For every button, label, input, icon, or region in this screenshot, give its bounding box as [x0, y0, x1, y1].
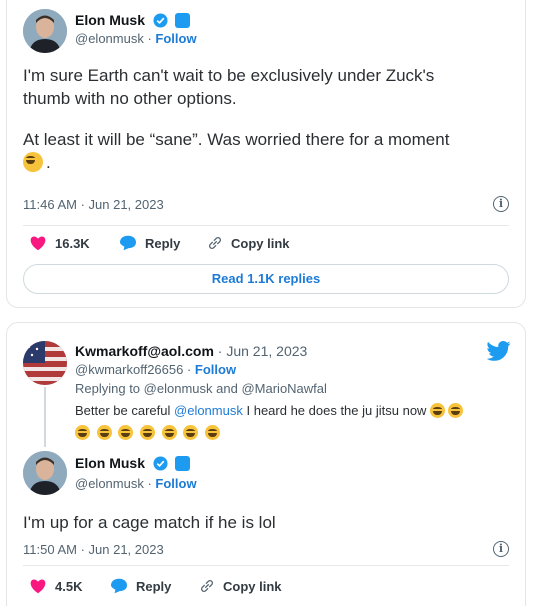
author-handle[interactable]: @elonmusk [75, 476, 144, 491]
reply-button[interactable]: Reply [110, 578, 171, 594]
twitter-square-icon [174, 13, 190, 28]
read-replies-button[interactable]: Read 1.1K replies [23, 264, 509, 294]
quoted-text: Better be careful @elonmusk I heard he d… [75, 403, 466, 418]
quoted-handle[interactable]: @kwmarkoff26656 [75, 362, 183, 377]
copy-link-button[interactable]: Copy link [207, 235, 290, 251]
grinning-cat-emoji-icon [183, 425, 199, 440]
quoted-mention[interactable]: @elonmusk [174, 403, 243, 418]
tweet-text-line: . [23, 151, 449, 174]
author-handle-line: @elonmusk · Follow [75, 31, 197, 46]
info-icon[interactable]: i [493, 196, 509, 212]
replying-to-line: Replying to @elonmusk and @MarioNawfal [75, 381, 327, 396]
tweet-text-line: I'm sure Earth can't wait to be exclusiv… [23, 66, 435, 85]
replying-mention[interactable]: @elonmusk [144, 381, 213, 396]
follow-button[interactable]: Follow [155, 476, 196, 491]
tweet-card-2: Kwmarkoff@aol.com · Jun 21, 2023 @kwmark… [6, 322, 526, 606]
laughing-emoji-icon [430, 403, 446, 418]
copy-link-button[interactable]: Copy link [199, 578, 282, 594]
verified-badge-icon [153, 13, 168, 28]
reply-label: Reply [145, 235, 181, 251]
like-count: 16.3K [55, 235, 90, 251]
tweet-text-line: thumb with no other options. [23, 89, 237, 108]
like-count: 4.5K [55, 578, 83, 594]
reply-bubble-icon [111, 578, 127, 594]
grin-emoji-icon [204, 425, 220, 440]
copy-link-label: Copy link [223, 578, 282, 594]
rofl-emoji-icon [448, 403, 464, 418]
follow-button[interactable]: Follow [195, 362, 236, 377]
reply-bubble-icon [120, 235, 136, 251]
divider [23, 225, 509, 226]
rofl-emoji-icon [139, 425, 155, 440]
author-name[interactable]: Elon Musk [75, 12, 190, 28]
quoted-text-part: I heard he does the ju jitsu now [246, 403, 427, 418]
tweet-text: I'm up for a cage match if he is lol [23, 513, 276, 532]
copy-link-label: Copy link [231, 235, 290, 251]
like-button[interactable]: 16.3K [29, 235, 90, 251]
quoted-author-name-text: Kwmarkoff@aol.com [75, 343, 214, 359]
emoji-row [75, 425, 223, 440]
divider [23, 565, 509, 566]
quoted-date: · Jun 21, 2023 [217, 343, 308, 359]
tweet-card-1: Elon Musk @elonmusk · Follow I'm sure Ea… [6, 0, 526, 308]
quoted-handle-line: @kwmarkoff26656 · Follow [75, 362, 237, 377]
grinning-cat-emoji-icon [96, 425, 112, 440]
avatar-image [23, 9, 67, 53]
replying-to-label: Replying to [75, 381, 141, 396]
tweet-timestamp[interactable]: 11:46 AM · Jun 21, 2023 [23, 197, 164, 212]
heart-icon [30, 579, 46, 594]
verified-badge-icon [153, 456, 168, 471]
twitter-square-icon [174, 456, 190, 471]
avatar-image [23, 341, 67, 385]
tweet-text-line: At least it will be “sane”. Was worried … [23, 130, 450, 149]
author-name[interactable]: Elon Musk [75, 455, 190, 471]
laughing-emoji-icon [75, 425, 90, 440]
like-button[interactable]: 4.5K [29, 578, 82, 594]
follow-button[interactable]: Follow [155, 31, 196, 46]
quoted-author-name[interactable]: Kwmarkoff@aol.com · Jun 21, 2023 [75, 343, 307, 359]
avatar[interactable] [23, 9, 67, 53]
replying-mention[interactable]: @MarioNawfal [241, 381, 326, 396]
replying-and: and [216, 381, 238, 396]
tweet-text: I'm sure Earth can't wait to be exclusiv… [23, 64, 449, 174]
thread-connector [44, 387, 46, 447]
avatar[interactable] [23, 451, 67, 495]
reply-button[interactable]: Reply [119, 235, 180, 251]
author-name-text: Elon Musk [75, 455, 146, 471]
info-icon[interactable]: i [493, 541, 509, 557]
author-handle[interactable]: @elonmusk [75, 31, 144, 46]
laughing-emoji-icon [161, 425, 177, 440]
link-icon [209, 237, 221, 249]
author-name-text: Elon Musk [75, 12, 146, 28]
grin-emoji-icon [118, 425, 134, 440]
heart-icon [30, 236, 46, 251]
author-handle-line: @elonmusk · Follow [75, 476, 197, 491]
reply-label: Reply [136, 578, 172, 594]
avatar[interactable] [23, 341, 67, 385]
tweet-timestamp[interactable]: 11:50 AM · Jun 21, 2023 [23, 542, 164, 557]
quoted-text-part: Better be careful [75, 403, 171, 418]
sweat-smile-emoji-icon [23, 152, 43, 172]
avatar-image [23, 451, 67, 495]
link-icon [201, 580, 213, 592]
twitter-bird-icon[interactable] [486, 341, 511, 366]
